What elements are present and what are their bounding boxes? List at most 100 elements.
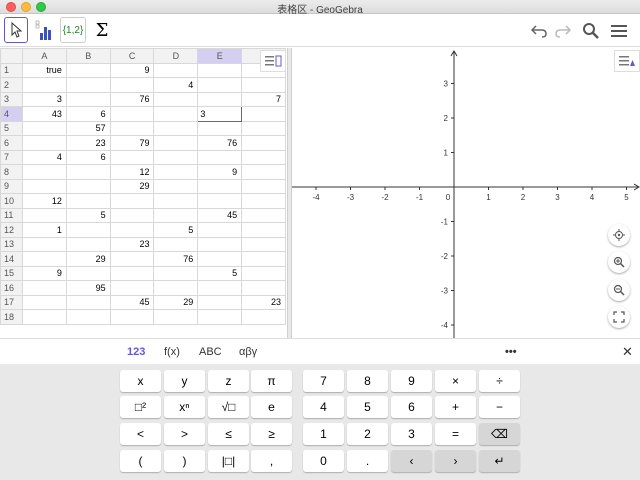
spreadsheet-cell[interactable] [21, 236, 67, 252]
active-cell[interactable]: 3 [197, 106, 243, 122]
key-square[interactable]: □² [120, 396, 161, 418]
spreadsheet-cell[interactable] [65, 236, 111, 252]
graphics-style-bar-button[interactable] [614, 50, 640, 72]
row-header[interactable]: 2 [0, 77, 23, 93]
key-plus[interactable]: + [435, 396, 476, 418]
spreadsheet-cell[interactable] [109, 106, 155, 122]
spreadsheet-cell[interactable] [197, 251, 243, 267]
spreadsheet-cell[interactable]: 95 [65, 280, 111, 296]
key-decimal[interactable]: . [347, 450, 388, 472]
spreadsheet-cell[interactable]: true [21, 62, 67, 78]
key-0[interactable]: 0 [303, 450, 344, 472]
spreadsheet-cell[interactable] [109, 120, 155, 136]
spreadsheet-cell[interactable]: 29 [153, 294, 199, 310]
key-minus[interactable]: − [479, 396, 520, 418]
spreadsheet-cell[interactable]: 29 [109, 178, 155, 194]
spreadsheet-cell[interactable]: 45 [109, 294, 155, 310]
spreadsheet-cell[interactable] [197, 222, 243, 238]
row-header[interactable]: 9 [0, 178, 23, 194]
spreadsheet-cell[interactable]: 5 [65, 207, 111, 223]
key-left-arrow[interactable]: ‹ [391, 450, 432, 472]
spreadsheet-cell[interactable]: 57 [65, 120, 111, 136]
spreadsheet-cell[interactable] [153, 193, 199, 209]
close-keyboard-button[interactable]: ✕ [622, 344, 633, 360]
spreadsheet-cell[interactable] [109, 193, 155, 209]
spreadsheet-cell[interactable] [21, 178, 67, 194]
row-header[interactable]: 14 [0, 251, 23, 267]
undo-button[interactable] [528, 20, 550, 42]
spreadsheet-cell[interactable] [21, 280, 67, 296]
spreadsheet-cell[interactable] [109, 149, 155, 165]
spreadsheet-cell[interactable] [65, 164, 111, 180]
spreadsheet-cell[interactable]: 9 [21, 265, 67, 281]
spreadsheet-cell[interactable] [197, 193, 243, 209]
one-variable-analysis-tool-button[interactable] [32, 17, 56, 43]
spreadsheet-cell[interactable] [21, 251, 67, 267]
row-header[interactable]: 17 [0, 294, 23, 310]
spreadsheet-cell[interactable] [65, 222, 111, 238]
key-enter[interactable]: ↵ [479, 450, 520, 472]
key-right-arrow[interactable]: › [435, 450, 476, 472]
spreadsheet-cell[interactable]: 12 [109, 164, 155, 180]
spreadsheet-cell[interactable]: 5 [153, 222, 199, 238]
spreadsheet-cell[interactable] [241, 77, 286, 93]
spreadsheet-cell[interactable] [197, 120, 243, 136]
spreadsheet-cell[interactable] [153, 164, 199, 180]
spreadsheet-cell[interactable] [241, 222, 286, 238]
key-z[interactable]: z [208, 370, 249, 392]
spreadsheet-cell[interactable]: 45 [197, 207, 243, 223]
graphics-view[interactable]: -4 -3 -2 -1 0 1 2 3 4 5 3 2 1 -1 -2 -3 -4 [292, 48, 640, 338]
key-y[interactable]: y [164, 370, 205, 392]
row-header[interactable]: 13 [0, 236, 23, 252]
row-header[interactable]: 12 [0, 222, 23, 238]
spreadsheet-cell[interactable] [153, 207, 199, 223]
spreadsheet-cell[interactable]: 23 [241, 294, 286, 310]
spreadsheet-cell[interactable]: 9 [197, 164, 243, 180]
key-multiply[interactable]: × [435, 370, 476, 392]
key-5[interactable]: 5 [347, 396, 388, 418]
spreadsheet-cell[interactable] [197, 149, 243, 165]
spreadsheet-cell[interactable] [109, 222, 155, 238]
key-x[interactable]: x [120, 370, 161, 392]
spreadsheet-cell[interactable] [65, 77, 111, 93]
move-tool-button[interactable] [4, 17, 28, 43]
spreadsheet-cell[interactable] [65, 193, 111, 209]
zoom-in-button[interactable] [608, 251, 630, 273]
spreadsheet-style-bar-button[interactable] [260, 50, 286, 72]
key-9[interactable]: 9 [391, 370, 432, 392]
spreadsheet-cell[interactable]: 23 [109, 236, 155, 252]
standard-view-button[interactable] [608, 224, 630, 246]
spreadsheet-cell[interactable]: 9 [109, 62, 155, 78]
redo-button[interactable] [552, 20, 574, 42]
zoom-out-button[interactable] [608, 279, 630, 301]
spreadsheet-cell[interactable] [241, 106, 286, 122]
main-menu-button[interactable] [608, 20, 630, 42]
spreadsheet-cell[interactable] [153, 149, 199, 165]
key-8[interactable]: 8 [347, 370, 388, 392]
key-equals[interactable]: = [435, 423, 476, 445]
key-sqrt[interactable]: √□ [208, 396, 249, 418]
spreadsheet-cell[interactable] [21, 164, 67, 180]
spreadsheet-cell[interactable] [241, 236, 286, 252]
more-options-button[interactable]: ••• [505, 346, 517, 358]
search-button[interactable] [580, 20, 602, 42]
spreadsheet-cell[interactable]: 7 [241, 91, 286, 107]
spreadsheet-cell[interactable]: 6 [65, 106, 111, 122]
spreadsheet-cell[interactable] [21, 120, 67, 136]
spreadsheet-cell[interactable] [65, 91, 111, 107]
spreadsheet-cell[interactable]: 23 [65, 135, 111, 151]
spreadsheet-cell[interactable] [21, 309, 67, 325]
key-4[interactable]: 4 [303, 396, 344, 418]
spreadsheet-cell[interactable] [109, 309, 155, 325]
row-header[interactable]: 6 [0, 135, 23, 151]
spreadsheet-cell[interactable] [241, 193, 286, 209]
spreadsheet-cell[interactable] [241, 309, 286, 325]
spreadsheet-cell[interactable] [65, 62, 111, 78]
spreadsheet-cell[interactable] [241, 120, 286, 136]
row-header[interactable]: 11 [0, 207, 23, 223]
spreadsheet-cell[interactable] [109, 280, 155, 296]
spreadsheet-cell[interactable] [65, 294, 111, 310]
tab-functions[interactable]: f(x) [164, 346, 180, 358]
spreadsheet-cell[interactable] [109, 265, 155, 281]
spreadsheet-cell[interactable] [197, 77, 243, 93]
